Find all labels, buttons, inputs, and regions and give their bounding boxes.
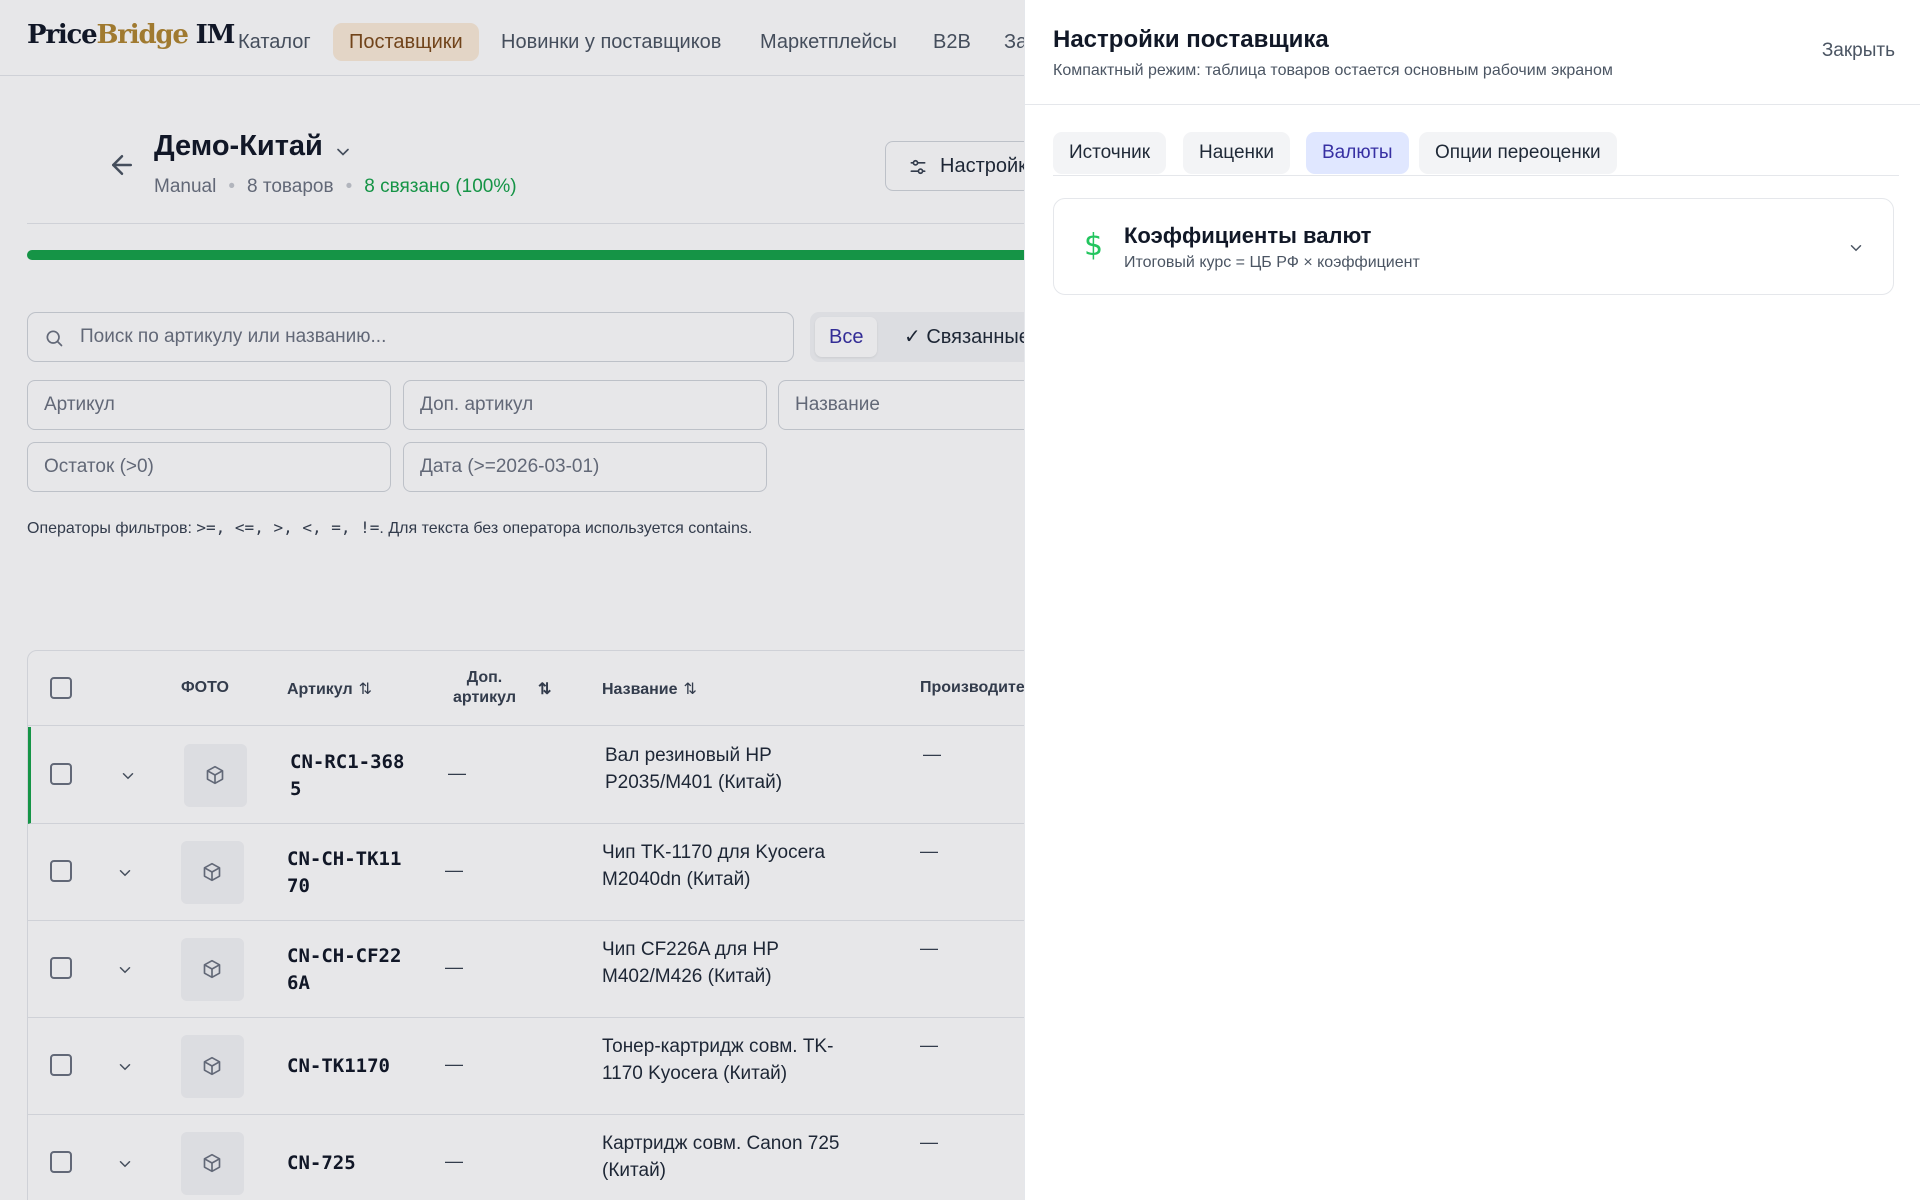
tab-currencies[interactable]: Валюты xyxy=(1306,132,1409,174)
chevron-down-icon[interactable] xyxy=(1847,239,1865,257)
tab-source[interactable]: Источник xyxy=(1053,132,1167,174)
dollar-icon: $ xyxy=(1084,228,1104,263)
currency-coefficients-accordion[interactable]: $ Коэффициенты валют Итоговый курс = ЦБ … xyxy=(1053,198,1894,295)
modal-backdrop[interactable] xyxy=(0,0,1024,1200)
accordion-title: Коэффициенты валют xyxy=(1124,223,1372,248)
supplier-settings-drawer: Настройки поставщика Компактный режим: т… xyxy=(1024,0,1920,1200)
accordion-subtitle: Итоговый курс = ЦБ РФ × коэффициент xyxy=(1124,254,1420,271)
close-button[interactable]: Закрыть xyxy=(1822,40,1895,62)
tab-reprice-options[interactable]: Опции переоценки xyxy=(1419,132,1617,174)
tab-markups[interactable]: Наценки xyxy=(1183,132,1290,174)
drawer-tabs: Источник Наценки Валюты Опции переоценки xyxy=(1053,132,1899,176)
drawer-subtitle: Компактный режим: таблица товаров остает… xyxy=(1053,62,1613,79)
drawer-title: Настройки поставщика xyxy=(1053,26,1329,53)
drawer-header: Настройки поставщика Компактный режим: т… xyxy=(1025,0,1920,105)
